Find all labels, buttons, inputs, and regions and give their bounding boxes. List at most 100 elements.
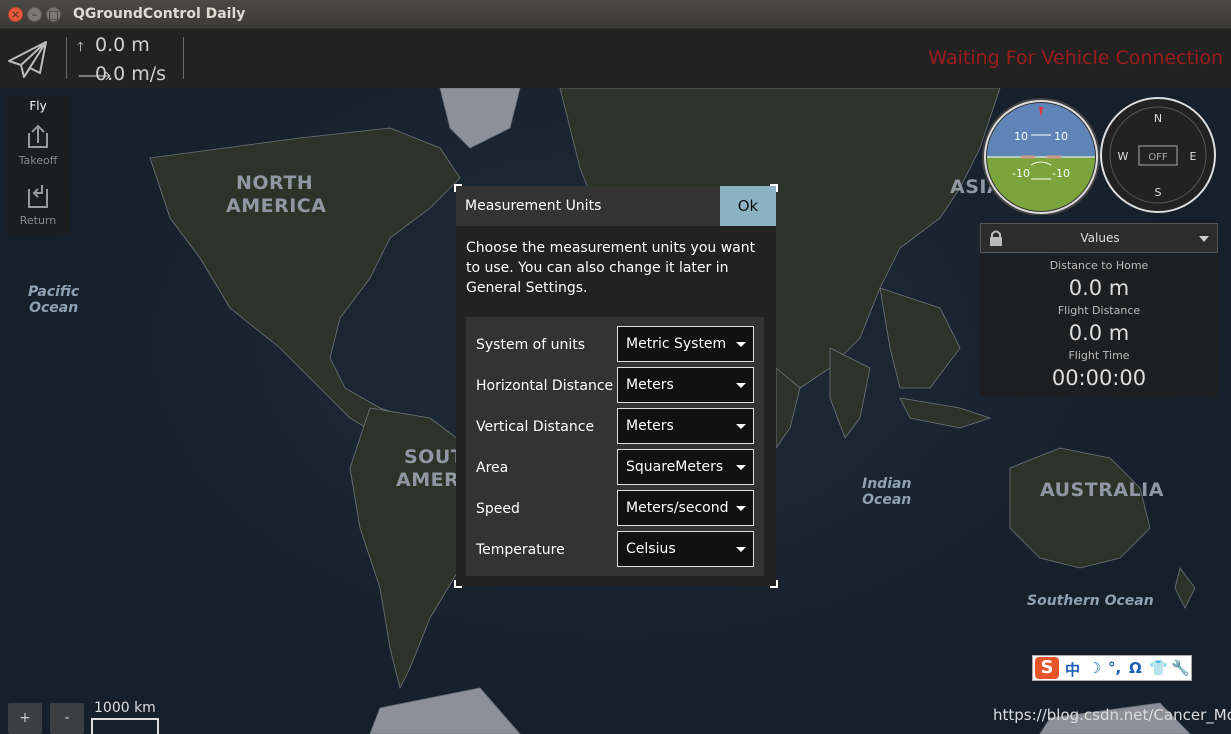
instrument-panel: 10 10 -10 -10 N E S W OFF — [979, 95, 1219, 216]
chevron-down-icon — [1199, 236, 1209, 242]
map-label-australia: AUSTRALIA — [1040, 479, 1164, 501]
value-reading: 0.0 m — [1068, 276, 1130, 300]
arrow-right-icon: 🡒 — [77, 69, 112, 84]
compass-w: W — [1118, 150, 1129, 163]
horizontal-distance-select[interactable]: Meters — [617, 367, 754, 403]
dialog-description: Choose the measurement units you want to… — [466, 240, 756, 296]
zoom-in-button[interactable]: + — [8, 703, 42, 734]
temperature-label: Temperature — [476, 542, 565, 558]
values-dropdown[interactable]: Values — [980, 223, 1218, 253]
ok-button[interactable]: Ok — [720, 186, 776, 226]
select-value: Meters — [626, 377, 674, 393]
main-toolbar: 🡑 0.0 m 🡒0.0 m/s Waiting For Vehicle Conn… — [0, 29, 1231, 88]
speed-label: Speed — [476, 501, 520, 517]
speed-value: 0.0 m/s — [95, 63, 167, 85]
chevron-down-icon — [736, 465, 746, 470]
select-value: Metric System — [626, 336, 727, 352]
window-minimize-button[interactable]: – — [27, 7, 42, 22]
zoom-out-button[interactable]: - — [50, 703, 84, 734]
pitch-label-tr: 10 — [1054, 130, 1068, 143]
chevron-down-icon — [736, 383, 746, 388]
compass-e: E — [1190, 150, 1197, 163]
select-value: Meters/second — [626, 500, 729, 516]
window-maximize-button[interactable]: □ — [46, 7, 61, 22]
takeoff-label: Takeoff — [18, 154, 58, 167]
select-value: Meters — [626, 418, 674, 434]
close-icon: × — [10, 8, 21, 21]
select-value: SquareMeters — [626, 459, 724, 475]
dialog-title: Measurement Units — [465, 198, 602, 214]
value-reading: 00:00:00 — [1051, 366, 1147, 390]
attitude-indicator — [982, 98, 1100, 216]
temperature-select[interactable]: Celsius — [617, 531, 754, 567]
measurement-units-dialog: Measurement Units Ok Choose the measurem… — [454, 184, 778, 588]
compass-n: N — [1154, 112, 1162, 125]
values-header-label: Values — [1080, 231, 1120, 245]
compass-s: S — [1155, 186, 1162, 199]
ocean-label-southern: Southern Ocean — [1027, 593, 1154, 609]
dialog-corner — [454, 580, 462, 588]
vertical-distance-select[interactable]: Meters — [617, 408, 754, 444]
window-close-button[interactable]: × — [8, 7, 23, 22]
map-label-north: NORTH — [236, 172, 314, 194]
paper-plane-icon[interactable] — [6, 37, 50, 81]
chevron-down-icon — [736, 506, 746, 511]
chevron-down-icon — [736, 342, 746, 347]
speed-readout: 🡒0.0 m/s — [77, 63, 166, 85]
ime-toolbar[interactable]: S 中 ☽ °, Ω 👕 🔧 — [1032, 655, 1192, 681]
value-label: Distance to Home — [1049, 259, 1149, 272]
window-title: QGroundControl Daily — [73, 6, 246, 22]
toolbar-separator — [66, 37, 67, 79]
map-label-america-south: AMER — [396, 469, 460, 491]
dialog-header: Measurement Units Ok — [456, 186, 776, 226]
window-titlebar: × – □ QGroundControl Daily — [0, 0, 1231, 29]
select-value: Celsius — [626, 541, 676, 557]
pitch-label-tl: 10 — [1014, 130, 1028, 143]
omega-icon[interactable]: Ω — [1129, 659, 1142, 677]
map-label-america: AMERICA — [226, 195, 327, 217]
pitch-label-br: -10 — [1052, 167, 1070, 180]
fly-toolstrip: Fly Takeoff Return — [6, 95, 70, 235]
chinese-mode-icon[interactable]: 中 — [1065, 659, 1080, 680]
vertical-distance-label: Vertical Distance — [476, 419, 595, 435]
wrench-icon[interactable]: 🔧 — [1171, 659, 1190, 677]
units-settings-panel: System of units Metric System Horizontal… — [466, 317, 764, 576]
sogou-logo-icon[interactable]: S — [1035, 657, 1059, 679]
pitch-label-bl: -10 — [1012, 167, 1030, 180]
value-reading: 0.0 m — [1068, 321, 1130, 345]
return-label: Return — [19, 214, 57, 227]
altitude-value: 0.0 m — [95, 34, 150, 56]
ocean-label-indian: Indian Ocean — [862, 476, 912, 508]
compass-state: OFF — [1148, 152, 1168, 163]
ocean-label-pacific: Pacific Ocean — [28, 284, 80, 316]
dialog-corner — [770, 580, 778, 588]
maximize-icon: □ — [48, 8, 59, 21]
attitude-compass-svg: 10 10 -10 -10 N E S W OFF — [982, 97, 1216, 216]
connection-status: Waiting For Vehicle Connection — [928, 47, 1223, 69]
moon-icon[interactable]: ☽ — [1088, 659, 1101, 677]
minimize-icon: – — [31, 8, 38, 21]
area-label: Area — [476, 460, 509, 476]
takeoff-icon — [28, 124, 48, 148]
horizontal-distance-label: Horizontal Distance — [476, 378, 614, 394]
chevron-down-icon — [736, 424, 746, 429]
shirt-icon[interactable]: 👕 — [1149, 659, 1168, 677]
system-of-units-label: System of units — [476, 337, 586, 353]
speed-select[interactable]: Meters/second — [617, 490, 754, 526]
altitude-readout: 🡑 0.0 m — [77, 34, 150, 60]
return-icon — [28, 185, 48, 208]
toolbar-separator — [183, 37, 184, 79]
value-label: Flight Time — [1068, 349, 1130, 362]
chevron-down-icon — [736, 547, 746, 552]
values-panel: Distance to Home 0.0 m Flight Distance 0… — [980, 254, 1218, 396]
toolstrip-header: Fly — [29, 99, 47, 113]
system-of-units-select[interactable]: Metric System — [617, 326, 754, 362]
map-scale-bar — [91, 718, 159, 734]
return-button[interactable]: Return — [6, 183, 70, 239]
area-select[interactable]: SquareMeters — [617, 449, 754, 485]
arrow-up-icon: 🡑 — [77, 40, 84, 55]
punctuation-icon[interactable]: °, — [1108, 659, 1121, 677]
map-scale-label: 1000 km — [94, 700, 156, 716]
takeoff-button[interactable]: Takeoff — [6, 123, 70, 179]
value-label: Flight Distance — [1057, 304, 1141, 317]
